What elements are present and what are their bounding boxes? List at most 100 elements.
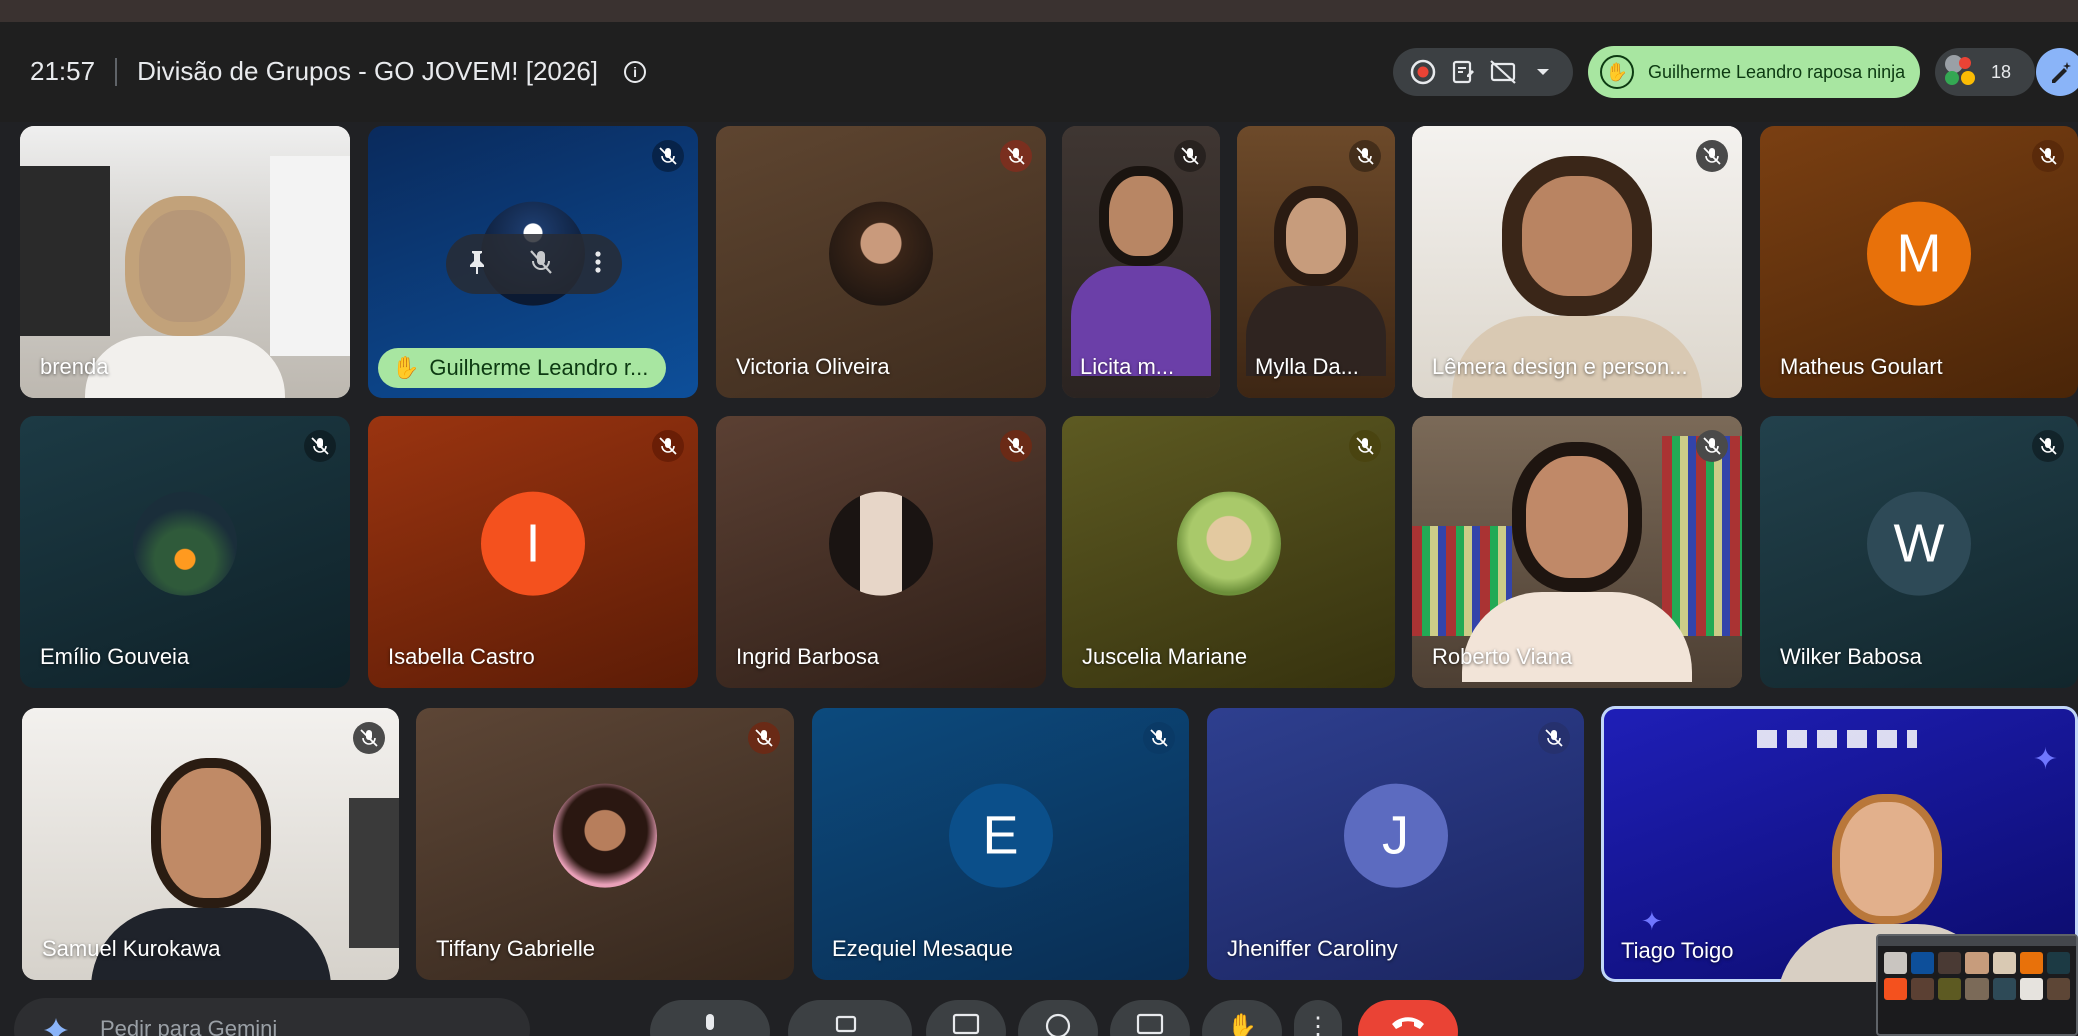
participant-name: Jheniffer Caroliny	[1227, 936, 1398, 961]
avatar	[553, 783, 657, 888]
window-top-strip	[0, 0, 2078, 22]
participant-tile[interactable]: Mylla Da...	[1237, 126, 1395, 398]
mic-button[interactable]	[650, 1000, 770, 1036]
end-call-icon	[1392, 1017, 1424, 1029]
captions-off-icon[interactable]	[1488, 57, 1518, 87]
hand-icon: ✋	[1227, 1013, 1257, 1036]
mic-off-icon	[2032, 430, 2064, 462]
avatar	[133, 491, 237, 596]
raised-hand-chip[interactable]: ✋ Guilherme Leandro raposa ninja	[1588, 46, 1920, 98]
mic-off-icon	[353, 722, 385, 754]
mic-icon	[706, 1014, 714, 1030]
raised-hand-name: Guilherme Leandro raposa ninja	[1648, 61, 1906, 82]
participant-tile[interactable]: M Matheus Goulart	[1760, 126, 2078, 398]
participant-name: Juscelia Mariane	[1082, 644, 1248, 669]
divider	[115, 57, 118, 86]
participant-tile[interactable]: Tiffany Gabrielle	[416, 708, 794, 980]
meeting-title: Divisão de Grupos - GO JOVEM! [2026]	[137, 56, 599, 86]
hand-icon: ✋	[1600, 55, 1634, 89]
mic-off-icon	[1000, 140, 1032, 172]
participant-name: Guilherme Leandro r...	[429, 355, 649, 380]
mic-off-icon	[652, 430, 684, 462]
people-button[interactable]: 18	[1935, 48, 2035, 96]
more-vert-icon: ⋮	[1306, 1013, 1330, 1036]
mic-off-icon	[1143, 722, 1175, 754]
tile-hover-controls	[446, 234, 622, 294]
participant-tile[interactable]: Emílio Gouveia	[20, 416, 350, 688]
participant-tile[interactable]: Victoria Oliveira	[716, 126, 1046, 398]
gemini-placeholder: Pedir para Gemini	[100, 1016, 278, 1036]
captions-icon	[1136, 1013, 1164, 1035]
participant-name: Emílio Gouveia	[40, 644, 190, 669]
participant-count: 18	[1991, 61, 2012, 82]
participant-name: Tiffany Gabrielle	[436, 936, 595, 961]
preview-titlebar	[1878, 936, 2076, 946]
avatar	[1176, 491, 1281, 596]
preview-grid	[1878, 946, 2076, 1006]
camera-icon	[835, 1015, 857, 1033]
participant-tile[interactable]: W Wilker Babosa	[1760, 416, 2078, 688]
participant-name: Lêmera design e person...	[1432, 354, 1688, 379]
emoji-icon	[1045, 1013, 1071, 1036]
host-controls	[1393, 48, 1573, 96]
participant-name: brenda	[40, 354, 109, 379]
raised-hand-badge: ✋ Guilherme Leandro r...	[378, 348, 667, 388]
participant-name: Wilker Babosa	[1780, 644, 1922, 669]
participant-name: Licita m...	[1080, 354, 1175, 379]
participant-tile[interactable]: Samuel Kurokawa	[22, 708, 399, 980]
mic-off-icon	[1696, 430, 1728, 462]
gemini-sparkle-icon	[44, 1018, 68, 1036]
avatar	[829, 201, 933, 306]
mic-off-icon	[652, 140, 684, 172]
avatar: E	[948, 783, 1053, 888]
participant-tile[interactable]: Licita m...	[1062, 126, 1220, 398]
participant-name: Matheus Goulart	[1780, 354, 1943, 379]
participant-name: Samuel Kurokawa	[42, 936, 221, 961]
participant-name: Ingrid Barbosa	[736, 644, 880, 669]
mic-off-icon	[304, 430, 336, 462]
hand-icon: ✋	[392, 355, 420, 380]
pen-sparkle-icon	[2052, 62, 2071, 83]
mic-off-icon	[1349, 140, 1381, 172]
participants-avatars	[1945, 55, 1979, 89]
participant-tile[interactable]: Ingrid Barbosa	[716, 416, 1046, 688]
gemini-button[interactable]	[2036, 48, 2078, 96]
camera-button[interactable]	[788, 1000, 912, 1036]
mic-off-icon	[1349, 430, 1381, 462]
participant-tile[interactable]: brenda	[20, 126, 350, 398]
participant-name: Victoria Oliveira	[736, 354, 890, 379]
info-icon[interactable]: i	[624, 60, 647, 83]
participant-tile[interactable]: E Ezequiel Mesaque	[812, 708, 1189, 980]
meeting-time: 21:57	[30, 56, 96, 86]
mic-off-icon	[1538, 722, 1570, 754]
participant-name: Mylla Da...	[1255, 354, 1359, 379]
avatar: I	[481, 491, 585, 596]
avatar	[829, 491, 933, 596]
avatar: M	[1867, 201, 1971, 306]
mic-off-icon	[2032, 140, 2064, 172]
record-icon[interactable]	[1408, 57, 1438, 87]
participant-tile[interactable]: Juscelia Mariane	[1062, 416, 1395, 688]
chevron-down-icon[interactable]	[1528, 57, 1558, 87]
participant-tile[interactable]: Roberto Viana	[1412, 416, 1742, 688]
mic-off-icon	[1696, 140, 1728, 172]
notes-icon[interactable]	[1448, 57, 1478, 87]
participant-tile[interactable]: Lêmera design e person...	[1412, 126, 1742, 398]
participant-name: Roberto Viana	[1432, 644, 1573, 669]
participant-tile[interactable]: J Jheniffer Caroliny	[1207, 708, 1584, 980]
gemini-prompt-input[interactable]: Pedir para Gemini	[14, 998, 530, 1036]
meeting-info: 21:57 Divisão de Grupos - GO JOVEM! [202…	[30, 56, 647, 87]
avatar: J	[1343, 783, 1448, 888]
participant-tile[interactable]: ✋ Guilherme Leandro r...	[368, 126, 698, 398]
mic-off-icon	[1000, 430, 1032, 462]
more-options-icon[interactable]	[594, 249, 602, 280]
mic-off-icon	[748, 722, 780, 754]
leave-call-button[interactable]	[1358, 1000, 1458, 1036]
mic-off-icon	[1174, 140, 1206, 172]
screen-share-preview[interactable]	[1876, 934, 2078, 1036]
participant-tile[interactable]: I Isabella Castro	[368, 416, 698, 688]
mic-off-icon[interactable]	[529, 249, 553, 280]
present-icon	[952, 1013, 980, 1035]
avatar: W	[1867, 491, 1971, 596]
pin-icon[interactable]	[466, 249, 488, 280]
